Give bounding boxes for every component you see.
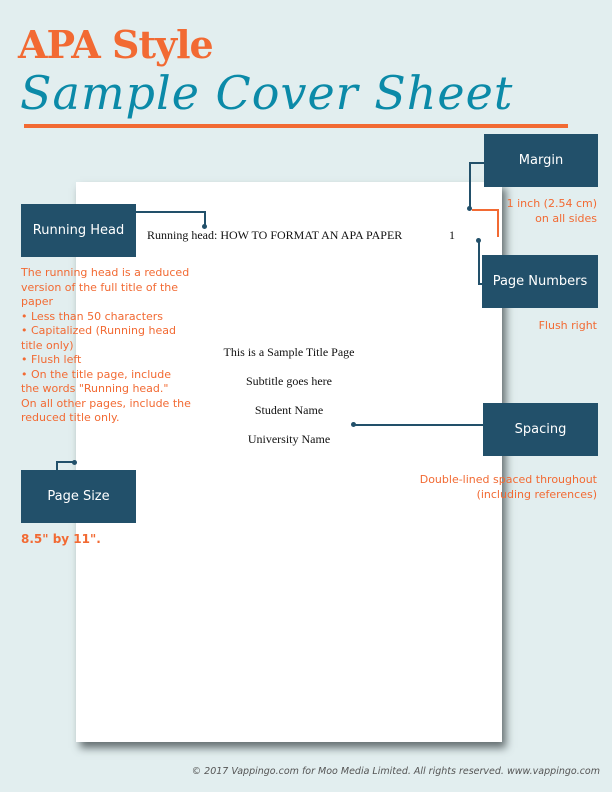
running-head-label: Running Head xyxy=(32,223,125,238)
running-head-text: Running head: HOW TO FORMAT AN APA PAPER xyxy=(147,228,403,242)
spacing-label: Spacing xyxy=(514,422,567,437)
margin-label: Margin xyxy=(518,153,564,168)
note-line: • Flush left xyxy=(21,353,82,366)
page-numbers-dot xyxy=(476,238,481,243)
title-apa-style: APA Style xyxy=(18,22,214,67)
page-size-box: Page Size xyxy=(21,470,136,523)
margin-indicator-v xyxy=(497,209,499,237)
margin-connector xyxy=(470,162,484,164)
page-size-label: Page Size xyxy=(47,489,110,504)
title-sample-cover-sheet: Sample Cover Sheet xyxy=(20,66,514,120)
margin-note-line: on all sides xyxy=(535,211,597,225)
note-line: The running head is a reduced xyxy=(21,266,190,279)
spacing-note: Double-lined spaced throughout (includin… xyxy=(400,473,597,502)
page-size-note: 8.5" by 11". xyxy=(21,532,101,546)
note-line: the words "Running head." xyxy=(21,382,169,395)
note-line: version of the full title of the xyxy=(21,280,179,294)
page-numbers-label: Page Numbers xyxy=(492,274,588,289)
running-head-note: The running head is a reduced version of… xyxy=(21,266,201,426)
margin-note: 1 inch (2.54 cm) on all sides xyxy=(500,197,597,226)
margin-box: Margin xyxy=(484,134,598,187)
margin-note-line: 1 inch (2.54 cm) xyxy=(506,197,597,210)
page-size-dot xyxy=(72,460,77,465)
page-number: 1 xyxy=(449,228,455,242)
copyright-footer: © 2017 Vappingo.com for Moo Media Limite… xyxy=(191,766,600,777)
margin-connector-vertical xyxy=(469,162,471,209)
page-numbers-note: Flush right xyxy=(538,319,597,332)
note-line: paper xyxy=(21,295,53,308)
page-numbers-connector-vertical xyxy=(478,240,480,284)
note-line: title only) xyxy=(21,338,74,352)
title-underline xyxy=(24,124,568,128)
university-name: University Name xyxy=(247,432,331,446)
spacing-note-line: Double-lined spaced throughout xyxy=(419,473,597,486)
running-head-dot xyxy=(202,224,207,229)
margin-indicator-h xyxy=(472,209,498,211)
spacing-connector xyxy=(354,424,484,426)
spacing-box: Spacing xyxy=(483,403,598,456)
spacing-note-line: (including references) xyxy=(476,487,597,501)
running-head-connector xyxy=(136,211,206,213)
page-numbers-box: Page Numbers xyxy=(482,255,598,308)
running-head-box: Running Head xyxy=(21,204,136,257)
note-line: reduced title only. xyxy=(21,411,120,424)
note-line: • On the title page, include xyxy=(21,367,171,381)
note-line: On all other pages, include the xyxy=(21,396,191,410)
note-line: • Capitalized (Running head xyxy=(21,324,176,337)
note-line: • Less than 50 characters xyxy=(21,309,164,323)
